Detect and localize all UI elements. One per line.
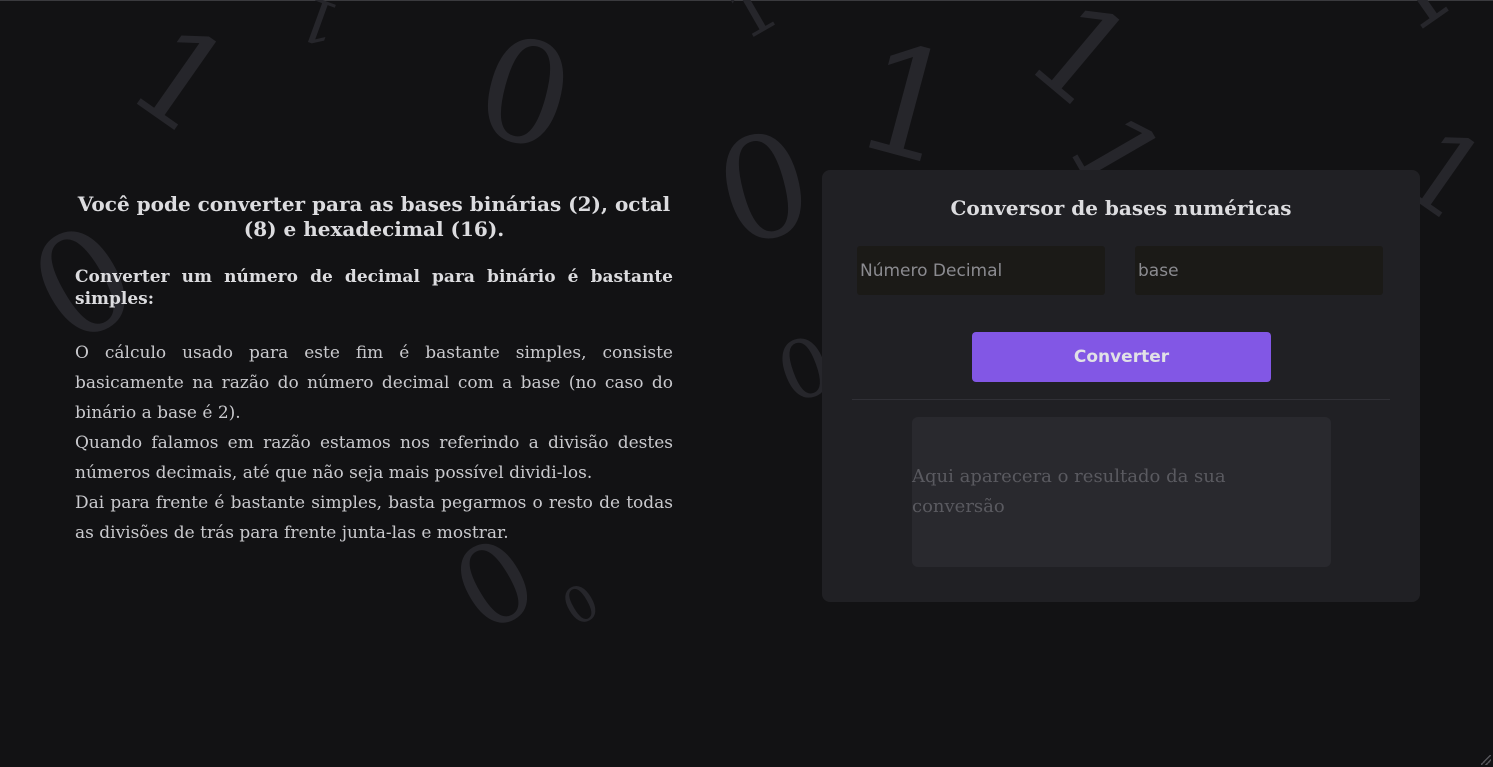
- bg-digit-one: 1: [289, 0, 350, 60]
- info-paragraph: Quando falamos em razão estamos nos refe…: [75, 433, 673, 483]
- info-paragraph: O cálculo usado para este fim é bastante…: [75, 343, 673, 423]
- bg-digit-one: 1: [839, 8, 977, 202]
- info-body: O cálculo usado para este fim é bastante…: [75, 338, 673, 548]
- divider: [852, 399, 1390, 400]
- bg-digit-zero: 0: [552, 571, 610, 639]
- bg-digit-zero: 0: [700, 99, 829, 280]
- window-top-border: [0, 0, 1493, 1]
- info-section: Você pode converter para as bases binári…: [75, 192, 673, 548]
- bg-digit-one: 1: [712, 0, 793, 57]
- converter-card: Conversor de bases numéricas Converter A…: [822, 170, 1420, 602]
- bg-digit-one: 1: [1365, 0, 1472, 54]
- bg-digit-one: 1: [1000, 0, 1162, 140]
- converter-title: Conversor de bases numéricas: [950, 196, 1292, 220]
- base-input[interactable]: [1135, 246, 1383, 295]
- convert-button[interactable]: Converter: [972, 332, 1271, 382]
- info-subtitle: Converter um número de decimal para biná…: [75, 267, 673, 309]
- bg-digit-zero: 0: [460, 4, 589, 185]
- resize-grip-icon[interactable]: [1481, 755, 1491, 765]
- result-placeholder: Aqui aparecera o resultado da sua conver…: [912, 466, 1226, 517]
- info-paragraph: Dai para frente é bastante simples, bast…: [75, 493, 673, 543]
- result-box: Aqui aparecera o resultado da sua conver…: [912, 417, 1331, 567]
- bg-digit-one: 1: [103, 0, 259, 166]
- info-title: Você pode converter para as bases binári…: [77, 192, 671, 241]
- decimal-number-input[interactable]: [857, 246, 1105, 295]
